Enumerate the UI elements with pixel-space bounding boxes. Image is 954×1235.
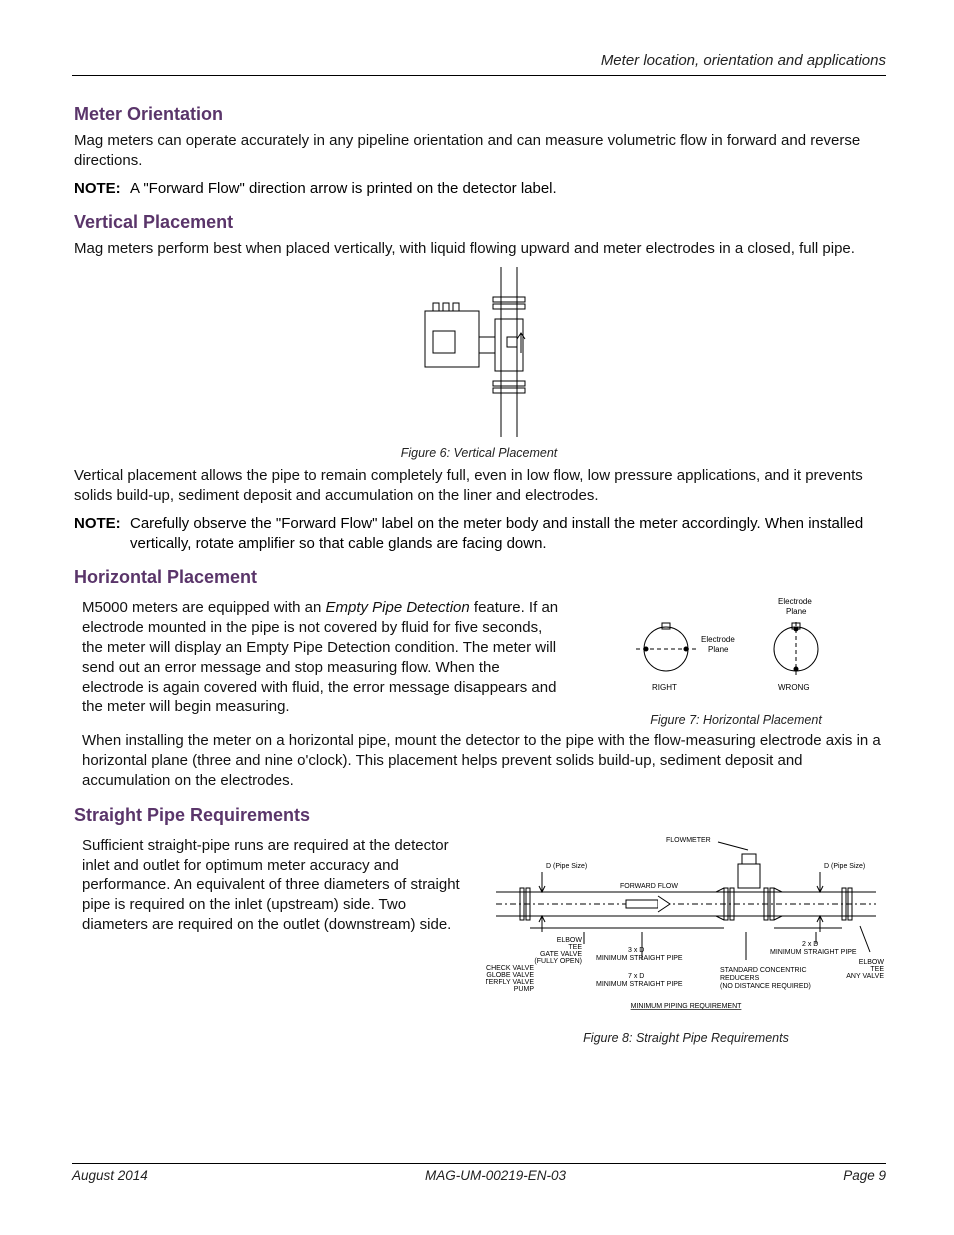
running-header: Meter location, orientation and applicat… [72, 52, 886, 75]
note-label: NOTE: [74, 514, 130, 554]
note-text: Carefully observe the "Forward Flow" lab… [130, 514, 886, 554]
label-3d: 3 x D [628, 947, 644, 954]
figure-7-caption: Figure 7: Horizontal Placement [586, 713, 886, 727]
label-gate-valve: GATE VALVE [540, 951, 582, 958]
horizontal-row: M5000 meters are equipped with an Empty … [72, 594, 886, 727]
label-check-valve: CHECK VALVE [486, 965, 534, 972]
label-plane: Plane [786, 607, 807, 616]
heading-vertical-placement: Vertical Placement [74, 212, 886, 233]
label-d-right: D (Pipe Size) [824, 863, 865, 870]
label-red1: STANDARD CONCENTRIC [720, 967, 807, 974]
note-vertical: NOTE: Carefully observe the "Forward Flo… [74, 514, 886, 554]
page: Meter location, orientation and applicat… [0, 0, 954, 1235]
footer-date: August 2014 [72, 1168, 148, 1183]
text-em: Empty Pipe Detection [325, 599, 469, 616]
label-right: RIGHT [652, 683, 677, 692]
para-horizontal-2: When installing the meter on a horizonta… [82, 731, 886, 790]
label-fully-open: (FULLY OPEN) [534, 958, 582, 965]
heading-straight-pipe: Straight Pipe Requirements [74, 805, 886, 826]
horizontal-placement-diagram: Electrode Plane Electrode Plane RIGHT WR… [606, 594, 866, 704]
label-min2: MINIMUM STRAIGHT PIPE [596, 981, 683, 988]
para-meter-orientation: Mag meters can operate accurately in any… [74, 131, 886, 171]
label-red2: REDUCERS [720, 975, 760, 982]
text: feature. If an electrode mounted in the … [82, 599, 558, 715]
figure-8-caption: Figure 8: Straight Pipe Requirements [486, 1031, 886, 1045]
figure-6: Figure 6: Vertical Placement [72, 267, 886, 460]
note-meter-orientation: NOTE: A "Forward Flow" direction arrow i… [74, 179, 886, 199]
label-pump: PUMP [514, 986, 535, 993]
text: M5000 meters are equipped with an [82, 599, 325, 616]
label-tee2: TEE [870, 966, 884, 973]
label-red3: (NO DISTANCE REQUIRED) [720, 983, 811, 990]
label-any-valve: ANY VALVE [846, 973, 884, 980]
label-tee: TEE [568, 944, 582, 951]
label-min-piping: MINIMUM PIPING REQUIREMENT [631, 1003, 743, 1010]
label-2d: 2 x D [802, 941, 818, 948]
label-butterfly: BUTTERFLY VALVE [486, 979, 534, 986]
label-elbow: ELBOW [557, 937, 583, 944]
label-min1: MINIMUM STRAIGHT PIPE [596, 955, 683, 962]
label-globe-valve: GLOBE VALVE [486, 972, 534, 979]
label-elbow2: ELBOW [859, 959, 885, 966]
footer-page: Page 9 [843, 1168, 886, 1183]
para-horizontal-1: M5000 meters are equipped with an Empty … [82, 598, 562, 717]
note-label: NOTE: [74, 179, 130, 199]
para-vertical-2: Vertical placement allows the pipe to re… [74, 466, 886, 506]
label-min3: MINIMUM STRAIGHT PIPE [770, 949, 857, 956]
page-footer: August 2014 MAG-UM-00219-EN-03 Page 9 [72, 1163, 886, 1183]
label-wrong: WRONG [778, 683, 810, 692]
para-straight-pipe: Sufficient straight-pipe runs are requir… [82, 836, 462, 935]
vertical-placement-diagram [389, 267, 569, 437]
figure-6-caption: Figure 6: Vertical Placement [72, 446, 886, 460]
straight-pipe-diagram: FLOWMETER D (Pipe Size) D (Pipe Size) FO… [486, 832, 886, 1022]
footer-rule [72, 1163, 886, 1164]
footer-doc-id: MAG-UM-00219-EN-03 [425, 1168, 566, 1183]
header-rule [72, 75, 886, 76]
label-electrode: Electrode [701, 635, 735, 644]
straight-pipe-row: Sufficient straight-pipe runs are requir… [72, 832, 886, 1045]
label-flowmeter: FLOWMETER [666, 837, 711, 844]
label-plane: Plane [708, 645, 729, 654]
heading-meter-orientation: Meter Orientation [74, 104, 886, 125]
label-7d: 7 x D [628, 973, 644, 980]
note-text: A "Forward Flow" direction arrow is prin… [130, 179, 886, 199]
label-forward-flow: FORWARD FLOW [620, 883, 678, 890]
label-d-left: D (Pipe Size) [546, 863, 587, 870]
label-electrode: Electrode [778, 597, 812, 606]
para-vertical-1: Mag meters perform best when placed vert… [74, 239, 886, 259]
heading-horizontal-placement: Horizontal Placement [74, 567, 886, 588]
